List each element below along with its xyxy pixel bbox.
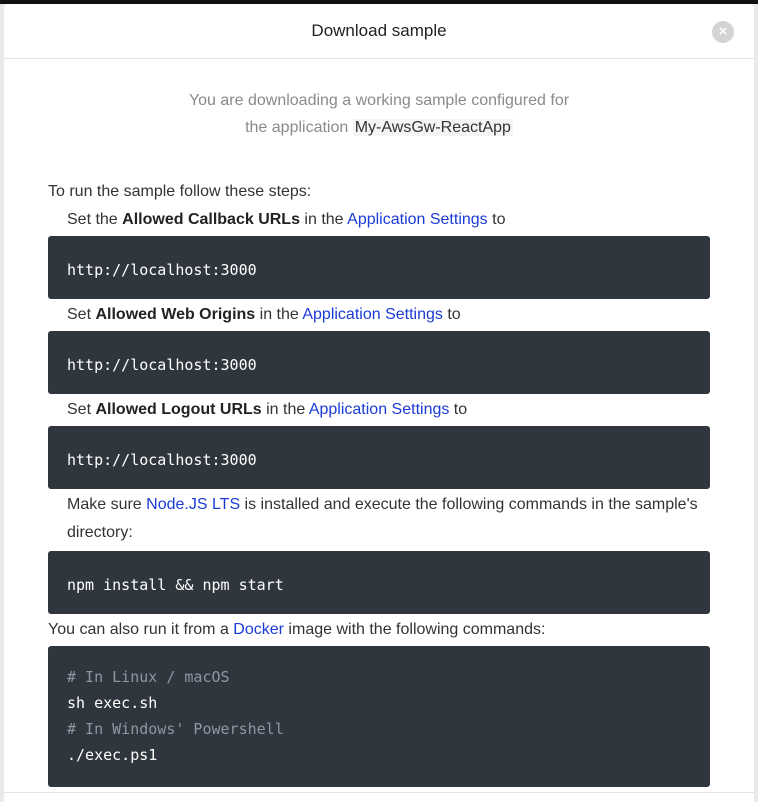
code-line: sh exec.sh (67, 694, 158, 712)
app-name: My-AwsGw-ReactApp (352, 119, 513, 136)
step-web-origins: Set Allowed Web Origins in the Applicati… (67, 306, 461, 323)
docker-text: You can also run it from a Docker image … (48, 621, 546, 638)
code-comment: # In Windows' Powershell (67, 720, 284, 738)
code-block: http://localhost:3000 (48, 331, 710, 394)
application-settings-link[interactable]: Application Settings (309, 401, 450, 418)
intro-text: You are downloading a working sample con… (4, 87, 754, 141)
docker-link[interactable]: Docker (233, 621, 284, 638)
code-block: npm install && npm start (48, 551, 710, 614)
code-block: http://localhost:3000 (48, 426, 710, 489)
application-settings-link[interactable]: Application Settings (347, 211, 488, 228)
step-node: Make sure Node.JS LTS is installed and e… (67, 496, 698, 541)
step-logout-urls: Set Allowed Logout URLs in the Applicati… (67, 401, 468, 418)
intro-line: You are downloading a working sample con… (188, 92, 570, 109)
code-comment: # In Linux / macOS (67, 668, 230, 686)
application-settings-link[interactable]: Application Settings (302, 306, 443, 323)
modal-header: Download sample × (4, 4, 754, 59)
modal-title: Download sample (311, 21, 447, 40)
step-callback-urls: Set the Allowed Callback URLs in the App… (67, 211, 506, 228)
docker-code-block: # In Linux / macOS sh exec.sh # In Windo… (48, 646, 710, 787)
code-block: http://localhost:3000 (48, 236, 710, 299)
modal-footer (4, 792, 754, 793)
intro-line: the application (245, 119, 353, 136)
steps-heading: To run the sample follow these steps: (48, 183, 312, 200)
nodejs-link[interactable]: Node.JS LTS (146, 496, 240, 513)
code-line: ./exec.ps1 (67, 746, 158, 764)
download-sample-modal: Download sample × You are downloading a … (4, 4, 754, 802)
close-icon[interactable]: × (712, 21, 734, 43)
